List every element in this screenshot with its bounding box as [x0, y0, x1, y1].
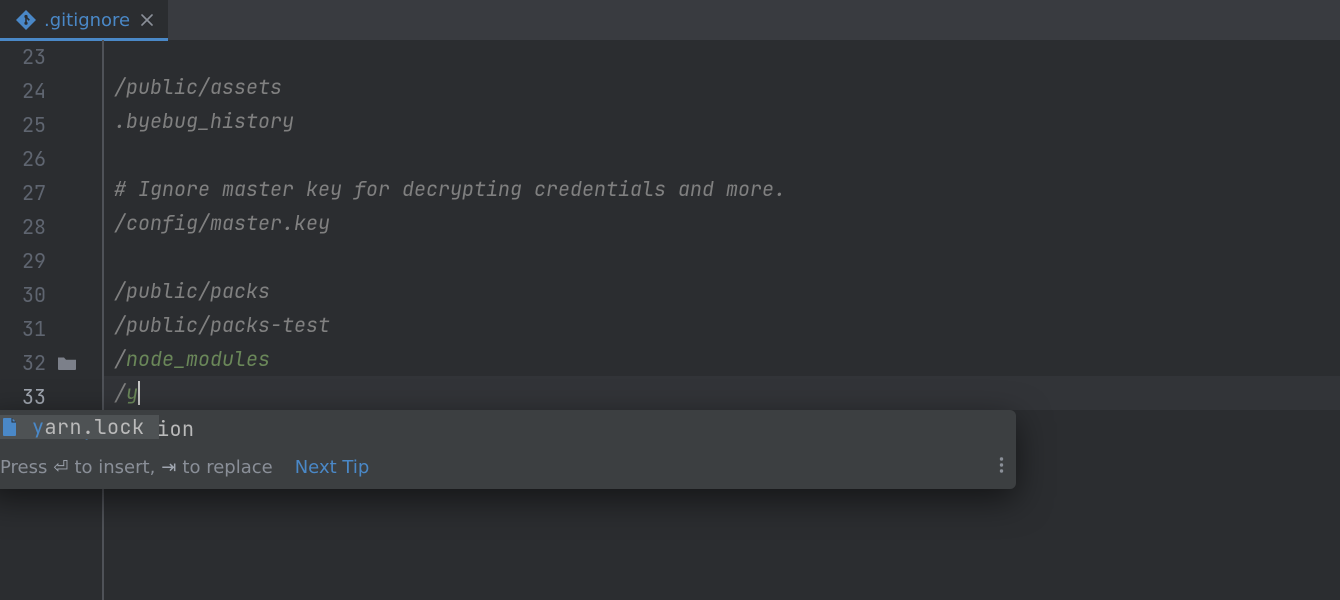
code-line: .byebug_history	[104, 104, 1340, 138]
gutter-row: 27	[0, 176, 102, 210]
gutter-row: 31	[0, 312, 102, 346]
code-line	[104, 240, 1340, 274]
code-line: # Ignore master key for decrypting crede…	[104, 172, 1340, 206]
tab-filename: .gitignore	[44, 10, 130, 31]
line-number: 31	[0, 316, 46, 342]
code-line: /node_modules	[104, 342, 1340, 376]
code-line	[104, 36, 1340, 70]
git-icon	[16, 10, 36, 30]
tab-key-icon: ⇥	[161, 457, 176, 478]
gutter-row: 26	[0, 142, 102, 176]
code-area[interactable]: /public/assets.byebug_history # Ignore ma…	[104, 40, 1340, 600]
code-line: /public/packs-test	[104, 308, 1340, 342]
line-number: 25	[0, 112, 46, 138]
completion-hint: Press ⏎ to insert, ⇥ to replace Next Tip	[0, 448, 1016, 489]
gutter-row: 29	[0, 244, 102, 278]
line-number: 32	[0, 350, 46, 376]
file-icon	[0, 417, 20, 437]
editor-tab-gitignore[interactable]: .gitignore	[0, 0, 168, 40]
code-line: /y	[104, 376, 1340, 410]
line-number: 24	[0, 78, 46, 104]
line-number-gutter: 232425262728293031323334	[0, 40, 104, 600]
gutter-row: 23	[0, 40, 102, 74]
code-line	[104, 138, 1340, 172]
gutter-row: 33	[0, 380, 102, 414]
line-number: 27	[0, 180, 46, 206]
completion-popup[interactable]: yarn.lock.ruby-version Press ⏎ to insert…	[0, 410, 1016, 489]
gutter-row: 28	[0, 210, 102, 244]
completion-more-button[interactable]	[999, 456, 1006, 479]
gutter-row: 24	[0, 74, 102, 108]
gutter-row: 30	[0, 278, 102, 312]
line-number: 28	[0, 214, 46, 240]
gutter-row: 32	[0, 346, 102, 380]
next-tip-link[interactable]: Next Tip	[295, 457, 370, 478]
completion-label: yarn.lock	[32, 414, 145, 440]
line-number: 30	[0, 282, 46, 308]
gutter-row: 25	[0, 108, 102, 142]
code-line: /public/assets	[104, 70, 1340, 104]
more-vertical-icon	[999, 456, 1004, 474]
code-editor[interactable]: 232425262728293031323334 /public/assets.…	[0, 40, 1340, 600]
line-number: 33	[0, 384, 46, 410]
tab-bar: .gitignore	[0, 0, 1340, 40]
tab-close-button[interactable]	[138, 11, 156, 29]
line-number: 29	[0, 248, 46, 274]
completion-item[interactable]: yarn.lock	[0, 415, 159, 439]
close-icon	[141, 14, 153, 26]
text-caret	[138, 381, 140, 405]
enter-key-icon: ⏎	[53, 457, 68, 478]
code-line: /public/packs	[104, 274, 1340, 308]
line-number: 23	[0, 44, 46, 70]
folder-icon	[57, 355, 77, 371]
line-number: 26	[0, 146, 46, 172]
code-line: /config/master.key	[104, 206, 1340, 240]
